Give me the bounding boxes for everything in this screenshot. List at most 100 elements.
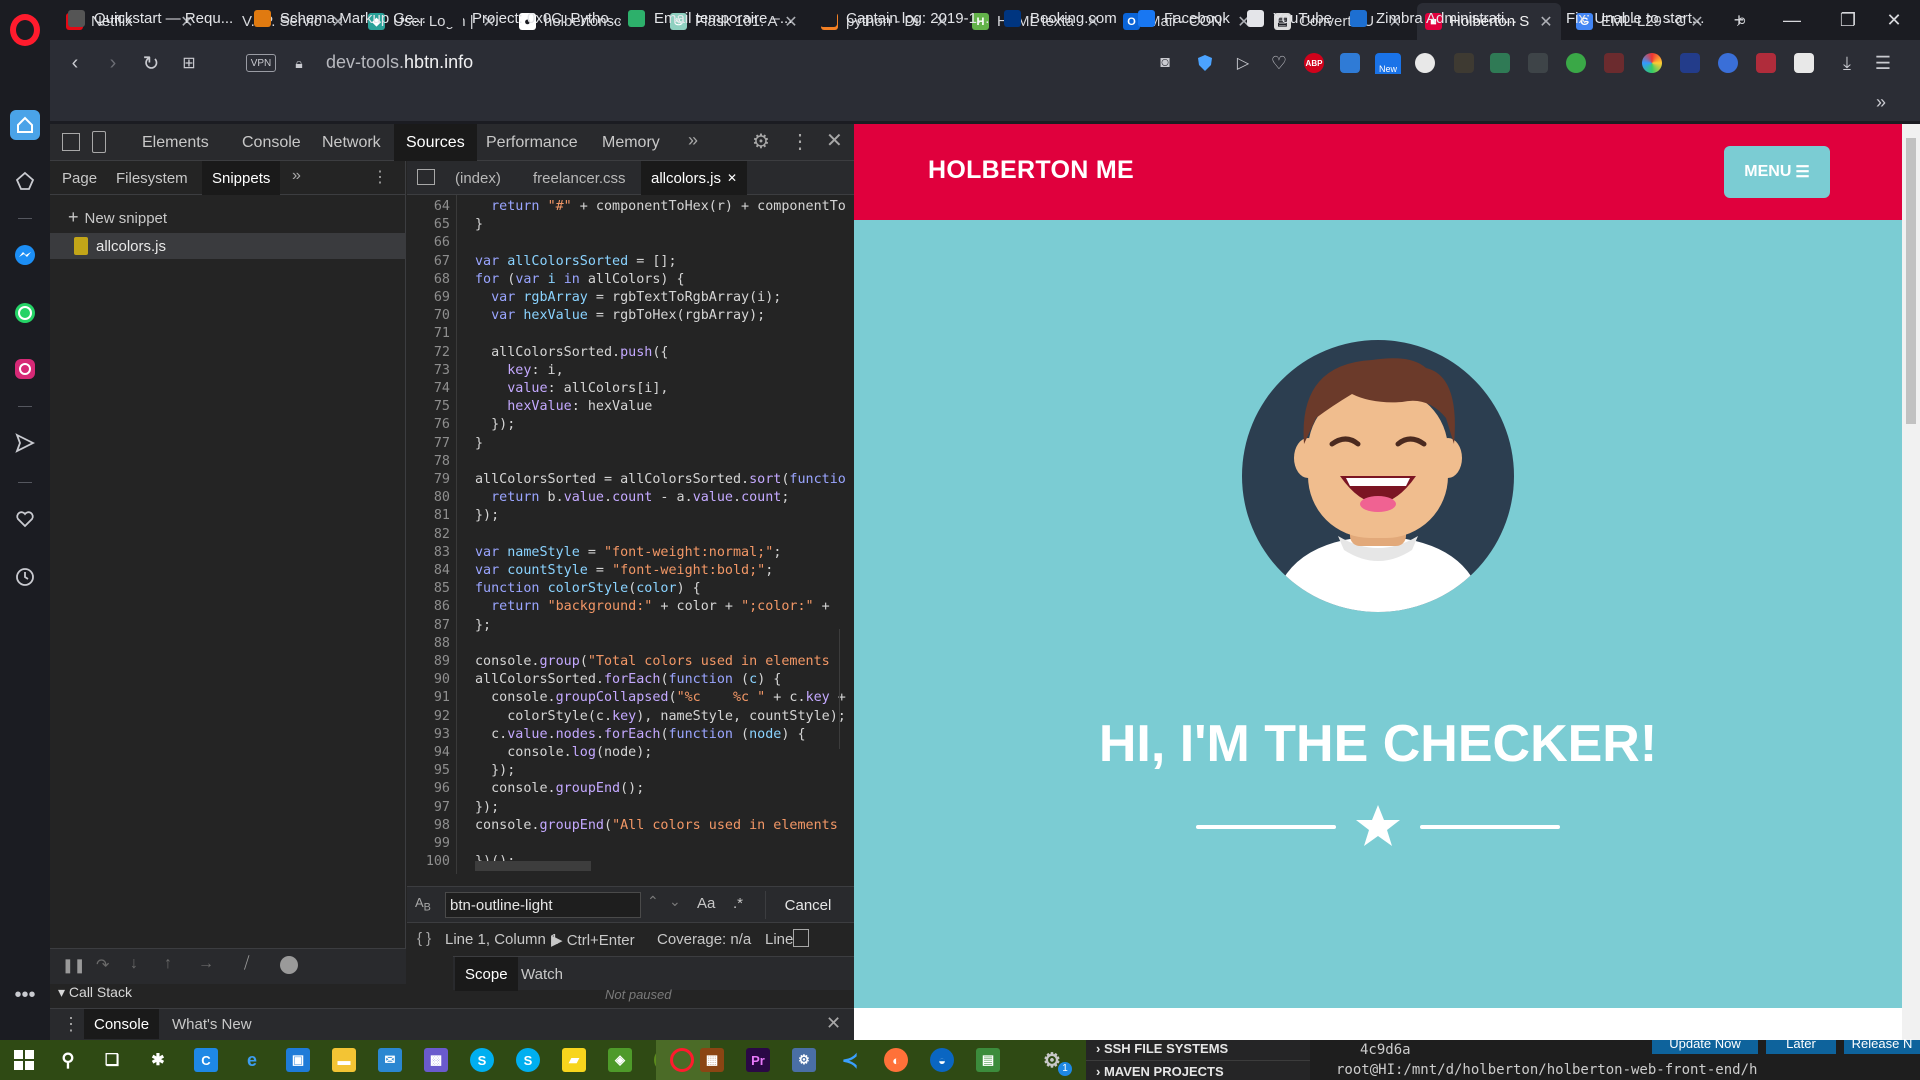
extension-icon-3[interactable] (1528, 53, 1548, 73)
extension-icon-5[interactable] (1604, 53, 1624, 73)
update-now-button[interactable]: Update Now (1652, 1037, 1758, 1054)
close-drawer-icon[interactable]: ✕ (826, 1013, 841, 1034)
editor-tab[interactable]: allcolors.js ✕ (641, 161, 748, 195)
horizontal-scrollbar[interactable] (475, 861, 591, 871)
lock-icon[interactable]: 🔒︎ (286, 50, 312, 76)
firefox-icon[interactable]: ◐ (884, 1048, 908, 1072)
bookmark-item[interactable]: Captain log: 2019-1... (820, 8, 989, 28)
menu-button[interactable]: MENU ☰ (1724, 146, 1830, 198)
close-editor-tab-icon[interactable]: ✕ (727, 171, 737, 185)
more-icon[interactable]: ••• (10, 980, 40, 1010)
reload-icon[interactable]: ↻ (138, 50, 164, 76)
premiere-icon[interactable]: Pr (746, 1048, 770, 1072)
navigator-more-icon[interactable]: » (292, 167, 301, 185)
close-tab-icon[interactable]: ✕ (1539, 12, 1553, 32)
easy-setup-icon[interactable]: ☰ (1870, 50, 1896, 76)
whatsapp-icon[interactable] (10, 298, 40, 328)
sidebar-tab-scope[interactable]: Scope (455, 957, 518, 991)
drawer-tab-what-s-new[interactable]: What's New (162, 1009, 262, 1039)
search-icon[interactable]: ⚲ (56, 1048, 80, 1072)
sidebar-tab-watch[interactable]: Watch (511, 957, 573, 991)
store-icon[interactable]: ▣ (286, 1048, 310, 1072)
download-icon[interactable]: ⤓ (1834, 50, 1860, 76)
edge-icon[interactable]: e (240, 1048, 264, 1072)
regex-button[interactable]: .* (733, 895, 743, 912)
kebab-menu-icon[interactable]: ⋮ (790, 129, 810, 154)
devtools-tab-memory[interactable]: Memory (590, 124, 672, 161)
snippet-item[interactable]: allcolors.js (50, 233, 406, 259)
gmail-extension-icon[interactable] (1756, 53, 1776, 73)
replace-toggle-icon[interactable]: AB (415, 895, 431, 914)
bookmark-item[interactable]: Booking.com (1004, 8, 1117, 28)
maven-projects-section[interactable]: › MAVEN PROJECTS (1096, 1064, 1224, 1079)
file-explorer-icon[interactable]: ▬ (332, 1048, 356, 1072)
drawer-tab-console[interactable]: Console (84, 1009, 160, 1039)
page-scrollbar[interactable] (1902, 124, 1920, 1040)
editor-tab[interactable]: (index) (445, 161, 511, 195)
navigator-tab-snippets[interactable]: Snippets (202, 161, 281, 195)
close-window-icon[interactable]: ✕ (1878, 6, 1910, 34)
app-icon-1[interactable]: ▩ (424, 1048, 448, 1072)
cortana-app-icon[interactable]: C (194, 1048, 218, 1072)
step-over-icon[interactable]: ↷ (96, 955, 109, 975)
history-clock-icon[interactable] (10, 562, 40, 592)
skype-icon[interactable]: S (470, 1048, 494, 1072)
bookmark-item[interactable]: Quickstart — Requ... (68, 8, 233, 28)
editor-vertical-scrollbar[interactable] (839, 629, 854, 749)
skype-business-icon[interactable]: S (516, 1048, 540, 1072)
more-panels-icon[interactable]: » (688, 130, 698, 151)
bookmarks-overflow-icon[interactable]: » (1876, 92, 1886, 113)
step-out-icon[interactable]: ↑ (164, 955, 172, 973)
heart-icon[interactable] (10, 504, 40, 534)
puzzle-extension-icon[interactable] (1415, 53, 1435, 73)
devtools-tab-sources[interactable]: Sources (394, 124, 477, 161)
windows-start-icon[interactable] (12, 1048, 36, 1072)
release-notes-button[interactable]: Release N (1844, 1037, 1920, 1054)
people-icon[interactable]: ✱ (146, 1048, 170, 1072)
vpn-badge[interactable]: VPN (246, 54, 276, 72)
cube-extension-icon[interactable] (1794, 53, 1814, 73)
bookmark-item[interactable]: Facebook (1138, 8, 1230, 28)
bookmark-item[interactable]: YouTube (1247, 8, 1332, 28)
bookmark-item[interactable]: Project: 0x0C. Pytho... (446, 8, 621, 28)
opera-logo-icon[interactable] (10, 14, 40, 46)
messenger-icon[interactable] (10, 240, 40, 270)
later-button[interactable]: Later (1766, 1037, 1836, 1054)
translate-extension-icon[interactable] (1340, 53, 1360, 73)
app-icon-4[interactable]: ▦ (700, 1048, 724, 1072)
camera-icon[interactable]: ◙ (1152, 50, 1178, 76)
settings-gear-icon[interactable]: ⚙ (752, 129, 770, 154)
drawer-menu-icon[interactable]: ⋮ (62, 1014, 80, 1035)
sticky-notes-icon[interactable]: ▰ (562, 1048, 586, 1072)
tab-grid-icon[interactable]: ⊞ (176, 50, 202, 76)
extension-icon-2[interactable] (1490, 53, 1510, 73)
run-snippet-button[interactable]: ▶ Ctrl+Enter (551, 931, 635, 949)
devtools-tab-performance[interactable]: Performance (474, 124, 590, 161)
adblock-plus-icon[interactable]: ABP (1304, 53, 1324, 73)
bookmark-item[interactable]: Zimbra Administrati... (1350, 8, 1517, 28)
pause-on-exceptions-icon[interactable] (280, 956, 298, 974)
send-icon[interactable] (10, 428, 40, 458)
app-icon-2[interactable]: ◈ (608, 1048, 632, 1072)
new-snippet-button[interactable]: + New snippet (68, 207, 167, 228)
back-icon[interactable]: ‹ (62, 50, 88, 76)
color-picker-icon[interactable] (1642, 53, 1662, 73)
speed-dial-icon[interactable] (10, 110, 40, 140)
bookmark-item[interactable]: Email temporaire –... (628, 8, 792, 28)
page-scrollbar-thumb[interactable] (1906, 138, 1916, 424)
instagram-icon[interactable] (10, 354, 40, 384)
navigator-tab-filesystem[interactable]: Filesystem (106, 161, 198, 195)
navigator-menu-icon[interactable]: ⋮ (372, 167, 388, 187)
minimize-icon[interactable]: — (1776, 6, 1808, 34)
editor-tab[interactable]: freelancer.css (523, 161, 636, 195)
send-page-icon[interactable]: ▷ (1230, 50, 1256, 76)
toggle-debugger-icon[interactable] (793, 929, 809, 947)
pretty-print-icon[interactable]: { } (417, 930, 431, 947)
close-devtools-icon[interactable]: ✕ (826, 128, 843, 153)
bookmark-item[interactable]: Fix: Unable to start... (1566, 8, 1704, 28)
vscode-icon[interactable]: ≺ (838, 1048, 862, 1072)
discover-icon[interactable] (10, 166, 40, 196)
match-case-button[interactable]: Aa (697, 895, 715, 912)
extension-icon-4[interactable] (1566, 53, 1586, 73)
site-logo[interactable]: HOLBERTON ME (928, 156, 1134, 185)
